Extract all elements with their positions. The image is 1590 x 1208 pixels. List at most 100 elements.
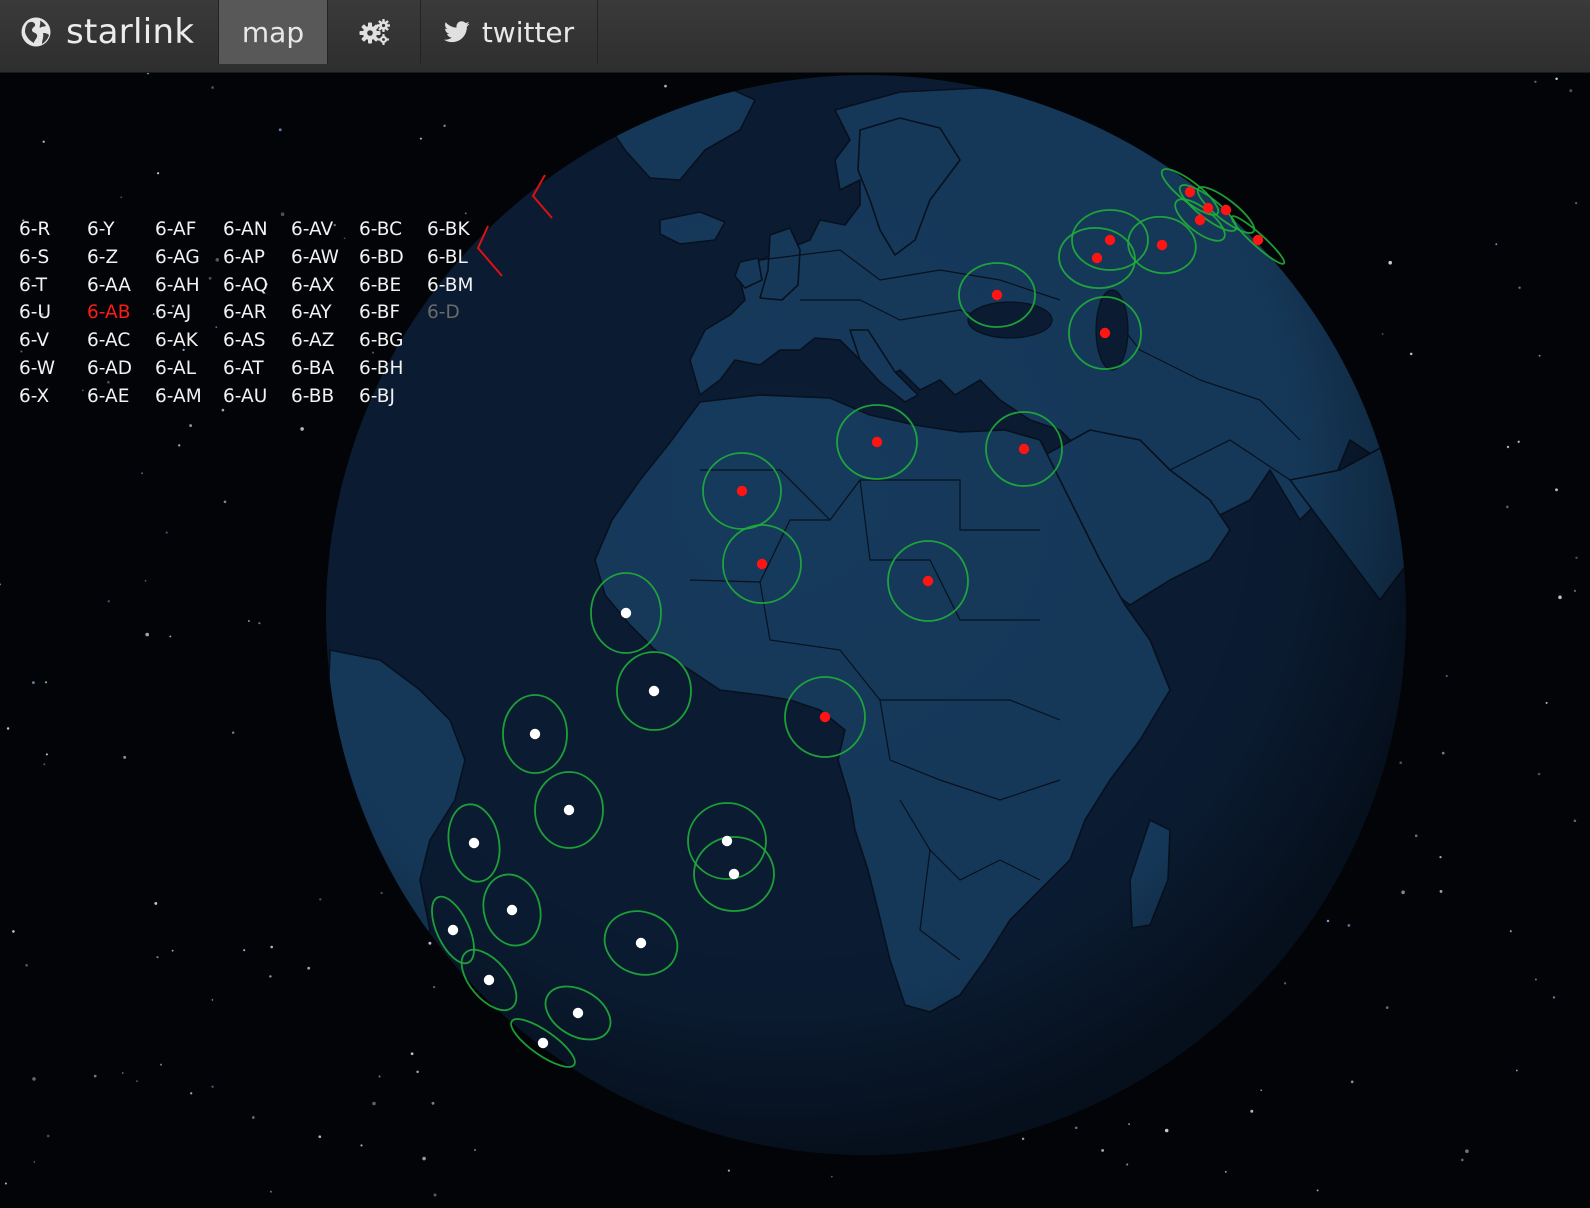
star bbox=[419, 137, 422, 140]
launch-item[interactable]: 6-BE bbox=[359, 272, 427, 300]
launch-item[interactable]: 6-AQ bbox=[223, 272, 291, 300]
launch-item[interactable]: 6-V bbox=[19, 327, 87, 355]
launch-item[interactable]: 6-AZ bbox=[291, 327, 359, 355]
launch-item[interactable]: 6-BD bbox=[359, 244, 427, 272]
satellite-marker-active[interactable] bbox=[1091, 252, 1103, 264]
tab-map[interactable]: map bbox=[218, 0, 328, 64]
launch-item[interactable]: 6-AC bbox=[87, 327, 155, 355]
star bbox=[1250, 1109, 1254, 1113]
satellite-marker-active[interactable] bbox=[1220, 204, 1232, 216]
launch-item[interactable]: 6-AW bbox=[291, 244, 359, 272]
star bbox=[190, 1092, 193, 1095]
star bbox=[12, 930, 15, 933]
star bbox=[0, 583, 2, 586]
launch-item[interactable]: 6-BG bbox=[359, 327, 427, 355]
star bbox=[247, 620, 250, 622]
satellite-marker-active[interactable] bbox=[756, 558, 768, 570]
satellite-marker[interactable] bbox=[620, 607, 632, 619]
launch-item[interactable]: 6-R bbox=[19, 216, 87, 244]
satellite-marker-active[interactable] bbox=[871, 436, 883, 448]
satellite-marker-active[interactable] bbox=[1099, 327, 1111, 339]
satellite-marker[interactable] bbox=[468, 837, 480, 849]
satellite-marker-active[interactable] bbox=[736, 485, 748, 497]
satellite-marker[interactable] bbox=[721, 835, 733, 847]
launch-item[interactable]: 6-AD bbox=[87, 355, 155, 383]
satellite-marker[interactable] bbox=[447, 924, 459, 936]
star bbox=[211, 1085, 214, 1088]
launch-item[interactable]: 6-AF bbox=[155, 216, 223, 244]
satellite-marker-active[interactable] bbox=[991, 289, 1003, 301]
satellite-marker[interactable] bbox=[483, 974, 495, 986]
satellite-marker[interactable] bbox=[572, 1007, 584, 1019]
satellite-marker-active[interactable] bbox=[1104, 234, 1116, 246]
launch-item[interactable]: 6-D bbox=[427, 299, 495, 327]
launch-item[interactable]: 6-AU bbox=[223, 383, 291, 411]
launch-item[interactable]: 6-W bbox=[19, 355, 87, 383]
star bbox=[146, 73, 150, 75]
satellite-marker[interactable] bbox=[728, 868, 740, 880]
satellite-marker-active[interactable] bbox=[1194, 214, 1206, 226]
launch-item[interactable]: 6-AN bbox=[223, 216, 291, 244]
star bbox=[136, 1080, 138, 1083]
star bbox=[664, 84, 667, 88]
launch-item[interactable]: 6-AH bbox=[155, 272, 223, 300]
launch-item[interactable]: 6-BH bbox=[359, 355, 427, 383]
satellite-marker-active[interactable] bbox=[922, 575, 934, 587]
launch-item[interactable]: 6-AP bbox=[223, 244, 291, 272]
satellite-marker-active[interactable] bbox=[819, 711, 831, 723]
satellite-marker-active[interactable] bbox=[1252, 234, 1264, 246]
satellite-marker[interactable] bbox=[506, 904, 518, 916]
launch-item[interactable]: 6-AV bbox=[291, 216, 359, 244]
brand-link[interactable]: starlink bbox=[20, 0, 194, 64]
star bbox=[1509, 930, 1512, 933]
launch-item[interactable]: 6-S bbox=[19, 244, 87, 272]
launch-item[interactable]: 6-X bbox=[19, 383, 87, 411]
launch-item[interactable]: 6-Z bbox=[87, 244, 155, 272]
star bbox=[171, 949, 174, 952]
top-navbar: starlink map twitter bbox=[0, 0, 1590, 73]
launch-item[interactable]: 6-BM bbox=[427, 272, 495, 300]
launch-item[interactable]: 6-AR bbox=[223, 299, 291, 327]
launch-item[interactable]: 6-AL bbox=[155, 355, 223, 383]
launch-item[interactable]: 6-AK bbox=[155, 327, 223, 355]
launch-item[interactable]: 6-BK bbox=[427, 216, 495, 244]
launch-item[interactable]: 6-BJ bbox=[359, 383, 427, 411]
launch-item[interactable]: 6-Y bbox=[87, 216, 155, 244]
launch-item[interactable]: 6-AB bbox=[87, 299, 155, 327]
satellite-marker[interactable] bbox=[537, 1037, 549, 1049]
launch-item[interactable]: 6-AY bbox=[291, 299, 359, 327]
star bbox=[1260, 1089, 1263, 1092]
star bbox=[1569, 89, 1573, 93]
launch-item[interactable]: 6-BA bbox=[291, 355, 359, 383]
settings-button[interactable] bbox=[329, 0, 421, 64]
satellite-marker[interactable] bbox=[529, 728, 541, 740]
star bbox=[1381, 332, 1384, 335]
launch-item[interactable]: 6-AE bbox=[87, 383, 155, 411]
launch-item[interactable]: 6-AS bbox=[223, 327, 291, 355]
satellite-marker[interactable] bbox=[648, 685, 660, 697]
globe-scene[interactable]: 6-R 6-S 6-T 6-U 6-V 6-W 6-X 6-Y 6-Z 6-AA 6-AB 6-AC 6… bbox=[0, 73, 1590, 1208]
satellite-marker-active[interactable] bbox=[1018, 443, 1030, 455]
star bbox=[121, 1072, 124, 1074]
satellite-marker-active[interactable] bbox=[1202, 202, 1214, 214]
star bbox=[1573, 589, 1577, 593]
launch-item[interactable]: 6-U bbox=[19, 299, 87, 327]
launch-item[interactable]: 6-AJ bbox=[155, 299, 223, 327]
launch-item[interactable]: 6-AX bbox=[291, 272, 359, 300]
star bbox=[189, 424, 193, 428]
launch-item[interactable]: 6-AT bbox=[223, 355, 291, 383]
twitter-link[interactable]: twitter bbox=[421, 0, 598, 64]
satellite-marker[interactable] bbox=[635, 937, 647, 949]
launch-item[interactable]: 6-AG bbox=[155, 244, 223, 272]
launch-item[interactable]: 6-T bbox=[19, 272, 87, 300]
launch-item[interactable]: 6-BB bbox=[291, 383, 359, 411]
star bbox=[154, 901, 158, 905]
satellite-marker-active[interactable] bbox=[1184, 186, 1196, 198]
satellite-marker[interactable] bbox=[563, 804, 575, 816]
launch-item[interactable]: 6-BF bbox=[359, 299, 427, 327]
launch-item[interactable]: 6-BC bbox=[359, 216, 427, 244]
launch-item[interactable]: 6-BL bbox=[427, 244, 495, 272]
launch-item[interactable]: 6-AM bbox=[155, 383, 223, 411]
satellite-marker-active[interactable] bbox=[1156, 239, 1168, 251]
launch-item[interactable]: 6-AA bbox=[87, 272, 155, 300]
